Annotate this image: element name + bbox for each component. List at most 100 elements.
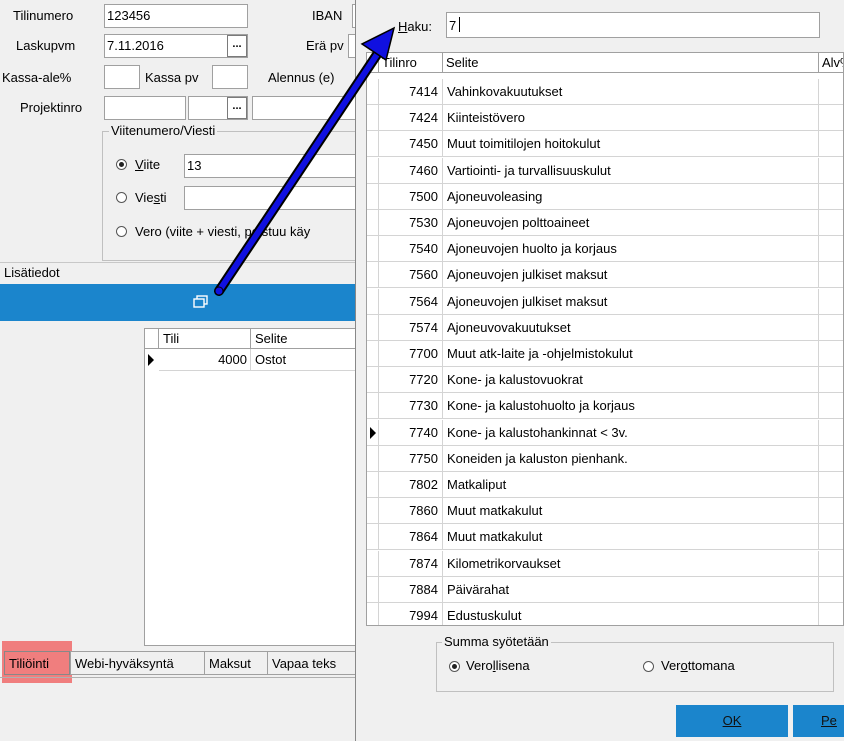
table-cell-tili[interactable]: 4000: [159, 349, 251, 371]
table-row[interactable]: 7424 Kiinteistövero: [367, 105, 843, 132]
row-selector[interactable]: [367, 603, 379, 625]
viite-radio[interactable]: [116, 159, 127, 170]
peruuta-button[interactable]: Pe: [793, 705, 844, 737]
row-selector[interactable]: [367, 131, 379, 158]
table-cell-tilinro[interactable]: 7700: [379, 341, 443, 367]
table-row[interactable]: 7750 Koneiden ja kaluston pienhank.: [367, 445, 843, 472]
table-cell-selite[interactable]: Vahinkovakuutukset: [443, 79, 819, 105]
kassa-pv-field[interactable]: [212, 65, 248, 89]
table-row[interactable]: 7802 Matkaliput: [367, 472, 843, 498]
table-cell-tilinro[interactable]: 7864: [379, 524, 443, 551]
selite-column-header[interactable]: Selite: [443, 53, 819, 73]
table-row[interactable]: 7414 Vahinkovakuutukset: [367, 79, 843, 105]
row-selector[interactable]: [367, 445, 379, 472]
table-row[interactable]: 7460 Vartiointi- ja turvallisuuskulut: [367, 157, 843, 184]
table-cell-tilinro[interactable]: 7720: [379, 367, 443, 394]
table-cell-alv[interactable]: [819, 315, 843, 341]
row-selector[interactable]: [367, 210, 379, 236]
table-cell-tilinro[interactable]: 7574: [379, 314, 443, 341]
table-cell-alv[interactable]: [819, 105, 843, 131]
row-selector[interactable]: [367, 183, 379, 210]
table-cell-alv[interactable]: [819, 262, 843, 288]
row-selector[interactable]: [367, 262, 379, 289]
laskupvm-picker-button[interactable]: ...: [227, 35, 247, 57]
table-cell-selite[interactable]: Matkaliput: [443, 472, 819, 498]
table-cell-tilinro[interactable]: 7530: [379, 210, 443, 236]
viesti-radio[interactable]: [116, 192, 127, 203]
table-cell-selite[interactable]: Ajoneuvovakuutukset: [443, 314, 819, 341]
tab-vapaa-teksti[interactable]: Vapaa teks: [267, 651, 362, 675]
table-cell-tilinro[interactable]: 7414: [379, 79, 443, 105]
tab-webi-hyvaksynta[interactable]: Webi-hyväksyntä: [70, 651, 205, 675]
row-selector[interactable]: [367, 576, 379, 603]
table-row[interactable]: 7874 Kilometrikorvaukset: [367, 550, 843, 577]
row-selector[interactable]: [367, 105, 379, 132]
table-row[interactable]: 7730 Kone- ja kalustohuolto ja korjaus: [367, 393, 843, 420]
selite-column-header[interactable]: Selite: [251, 329, 363, 349]
table-row[interactable]: 7700 Muut atk-laite ja -ohjelmistokulut: [367, 341, 843, 367]
table-cell-selite[interactable]: Ajoneuvojen julkiset maksut: [443, 262, 819, 289]
table-cell-tilinro[interactable]: 7540: [379, 236, 443, 263]
table-cell-alv[interactable]: [819, 184, 843, 210]
alv-column-header[interactable]: Alv%: [819, 53, 843, 73]
table-cell-selite[interactable]: Muut matkakulut: [443, 498, 819, 525]
table-cell-selite[interactable]: Ajoneuvojen polttoaineet: [443, 210, 819, 236]
viite-field[interactable]: 13: [184, 154, 364, 178]
row-selector[interactable]: [367, 393, 379, 420]
table-row[interactable]: 7864 Muut matkakulut: [367, 524, 843, 551]
tab-tiliointi[interactable]: Tiliöinti: [4, 651, 70, 675]
table-row[interactable]: 7860 Muut matkakulut: [367, 498, 843, 525]
table-cell-alv[interactable]: [819, 498, 843, 524]
table-cell-tilinro[interactable]: 7560: [379, 262, 443, 289]
tilinro-column-header[interactable]: Tilinro: [379, 53, 443, 73]
vero-radio[interactable]: [116, 226, 127, 237]
table-cell-alv[interactable]: [819, 393, 843, 419]
tab-maksut[interactable]: Maksut: [204, 651, 268, 675]
row-selector[interactable]: [367, 341, 379, 367]
table-row[interactable]: 7500 Ajoneuvoleasing: [367, 183, 843, 210]
row-selector[interactable]: [367, 79, 379, 105]
table-cell-selite[interactable]: Ajoneuvoleasing: [443, 183, 819, 210]
table-cell-tilinro[interactable]: 7994: [379, 603, 443, 625]
table-cell-alv[interactable]: [819, 79, 843, 105]
tiliointi-grid[interactable]: Tili Selite 4000 Ostot: [144, 328, 363, 646]
table-cell-selite[interactable]: Koneiden ja kaluston pienhank.: [443, 445, 819, 472]
table-row[interactable]: 7560 Ajoneuvojen julkiset maksut: [367, 262, 843, 289]
table-row[interactable]: 7574 Ajoneuvovakuutukset: [367, 314, 843, 341]
window-restore-icon[interactable]: [193, 295, 209, 309]
table-row[interactable]: 7884 Päivärahat: [367, 576, 843, 603]
table-row[interactable]: 7740 Kone- ja kalustohankinnat < 3v.: [367, 419, 843, 446]
table-cell-selite[interactable]: Ostot: [251, 349, 363, 371]
table-cell-selite[interactable]: Muut matkakulut: [443, 524, 819, 551]
viesti-field[interactable]: [184, 186, 364, 210]
account-grid[interactable]: Tilinro Selite Alv% 7414Vahinkovakuutuks…: [366, 52, 844, 626]
table-row[interactable]: 7720 Kone- ja kalustovuokrat: [367, 367, 843, 394]
row-selector[interactable]: [367, 236, 379, 263]
kassa-ale-field[interactable]: [104, 65, 140, 89]
table-cell-selite[interactable]: Kilometrikorvaukset: [443, 550, 819, 577]
row-selector[interactable]: [367, 498, 379, 525]
table-cell-selite[interactable]: Kone- ja kalustovuokrat: [443, 367, 819, 394]
table-cell-tilinro[interactable]: 7860: [379, 498, 443, 525]
table-cell-tilinro[interactable]: 7564: [379, 288, 443, 315]
table-cell-tilinro[interactable]: 7874: [379, 550, 443, 577]
table-cell-alv[interactable]: [819, 341, 843, 367]
table-cell-tilinro[interactable]: 7460: [379, 157, 443, 184]
ok-button[interactable]: OK: [676, 705, 788, 737]
table-cell-alv[interactable]: [819, 524, 843, 550]
table-cell-selite[interactable]: Ajoneuvojen huolto ja korjaus: [443, 236, 819, 263]
table-cell-alv[interactable]: [819, 210, 843, 236]
table-row[interactable]: 7564 Ajoneuvojen julkiset maksut: [367, 288, 843, 315]
table-cell-selite[interactable]: Kone- ja kalustohankinnat < 3v.: [443, 419, 819, 446]
table-cell-selite[interactable]: Päivärahat: [443, 576, 819, 603]
table-cell-tilinro[interactable]: 7750: [379, 445, 443, 472]
haku-search-input[interactable]: 7: [446, 12, 820, 38]
row-selector[interactable]: [367, 157, 379, 184]
row-selector[interactable]: [367, 419, 379, 446]
table-cell-selite[interactable]: Kone- ja kalustohuolto ja korjaus: [443, 393, 819, 420]
projekti-name-field[interactable]: [252, 96, 362, 120]
table-cell-tilinro[interactable]: 7424: [379, 105, 443, 132]
table-cell-tilinro[interactable]: 7802: [379, 472, 443, 498]
table-cell-tilinro[interactable]: 7740: [379, 419, 443, 446]
table-cell-tilinro[interactable]: 7500: [379, 183, 443, 210]
